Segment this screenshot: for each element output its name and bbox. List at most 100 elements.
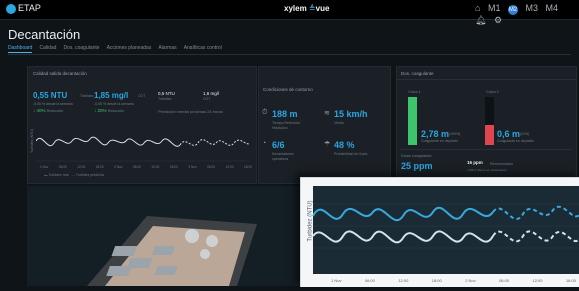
tank <box>106 266 132 276</box>
tab-bar: Dashboard Calidad Dos. coagulante Accion… <box>8 45 222 53</box>
header-nav: ⌂ M1 M2 M3 M4 🔔︎ ⚙ <box>475 3 579 26</box>
settings-icon[interactable]: ⚙ <box>494 15 502 25</box>
cuba1-level <box>408 97 417 145</box>
top-bar: ETAP xylem ≜vue ⌂ M1 M2 M3 M4 🔔︎ ⚙ <box>0 0 579 25</box>
reduction-1-label: Reducción <box>46 109 64 113</box>
cuba1-label: Coagulante en depósito <box>421 139 458 143</box>
tab-m2-active[interactable]: M2 <box>507 5 518 15</box>
conditions-panel: Condiciones de contorno ⏱ 188 m Tiempo R… <box>258 66 391 184</box>
brand-logo: xylem ≜vue <box>284 4 329 13</box>
x-tick: 1 Nov <box>40 165 49 169</box>
tab-m3[interactable]: M3 <box>526 3 539 13</box>
conditions-title: Condiciones de contorno <box>263 87 313 92</box>
tabs-divider <box>8 54 571 55</box>
brand-suffix: vue <box>315 4 330 13</box>
brand-name: xylem <box>284 4 307 13</box>
wind-icon: ≋ <box>324 110 330 117</box>
zoomed-chart-overlay: Turbidez (NTU) 1 Nov 06:00 12:00 18:00 2 Nov… <box>300 177 579 287</box>
retention-value: 188 m <box>272 109 298 119</box>
rain-value: 48 % <box>334 140 355 150</box>
zoom-series-real-dashed <box>492 230 579 243</box>
wind-value: 15 km/h <box>334 109 368 119</box>
basin <box>185 229 199 243</box>
zoom-plot-area <box>312 186 579 274</box>
x-tick: 06:00 <box>132 165 141 169</box>
reduction-2: ↓ 20% Reducción <box>94 108 124 113</box>
pred-turbidity-value: 0,5 NTU <box>158 91 175 96</box>
tab-analiticas[interactable]: Analíticas control <box>184 45 222 53</box>
page-title: Decantación <box>8 27 81 42</box>
metric-cot-value: 1,85 mg/l <box>94 91 129 100</box>
pred-cot-value: 1,8 mg/l <box>203 91 220 96</box>
recommended-sub: +30€ A ahorro en dosificación <box>467 168 507 172</box>
settlers-label-1: Decantadores <box>272 152 294 156</box>
tank <box>154 266 178 275</box>
zoom-x-tick: 2 Nov <box>465 278 476 283</box>
zoom-x-tick: 12:00 <box>532 278 543 283</box>
basin <box>206 235 218 247</box>
series-real-line <box>36 136 181 147</box>
coagulant-title: Dos. coagulante <box>401 71 434 76</box>
dose-label: Dosis coagulante <box>401 153 432 158</box>
app-name: ETAP <box>18 3 41 13</box>
tab-acciones[interactable]: Acciones planeadas <box>107 45 152 53</box>
plant-illustration <box>27 186 301 286</box>
turbidity-chart <box>36 136 250 162</box>
x-tick: 2 Nov <box>114 165 123 169</box>
x-tick: 18:00 <box>95 165 104 169</box>
prediction-caption: Predicción media próximas 24 horas <box>158 109 223 114</box>
cuba2-pct: (21%) <box>520 132 530 136</box>
legend-real: Turbidez real <box>48 173 69 177</box>
bell-icon[interactable]: 🔔︎ <box>475 15 486 25</box>
retention-label-1: Tiempo Retención <box>272 121 301 125</box>
home-icon[interactable]: ⌂ <box>475 3 480 13</box>
rain-label: Probabilidad de lluvia <box>334 152 368 156</box>
zoom-x-tick: 06:00 <box>364 278 375 283</box>
settlers-label-2: operativos <box>272 157 289 161</box>
zoom-series-real <box>312 230 494 244</box>
cuba1-title: Cuba 1 <box>408 89 421 94</box>
tab-m4[interactable]: M4 <box>546 3 559 13</box>
zoom-x-ticks: 1 Nov 06:00 12:00 18:00 2 Nov 06:00 12:00 18:00 <box>331 278 576 283</box>
x-tick: 12:00 <box>225 165 234 169</box>
plant-3d-view[interactable] <box>27 186 301 286</box>
pred-cot-label: COT <box>203 97 211 101</box>
retention-label-2: Hidráulico <box>272 126 288 130</box>
chart-x-ticks: 1 Nov 06:00 12:00 18:00 2 Nov 06:00 12:00 18:00… <box>40 165 252 169</box>
chart-legend: — Turbidez real - - Turbidez predicha <box>44 173 104 177</box>
basin <box>200 249 210 259</box>
legend-pred-marker: - - <box>71 173 75 177</box>
legend-real-marker: — <box>44 173 48 177</box>
cuba2-level <box>485 125 494 145</box>
tab-dashboard[interactable]: Dashboard <box>8 45 33 53</box>
pred-turbidity-label: Turbidez <box>158 97 172 101</box>
legend-pred: Turbidez predicha <box>75 173 104 177</box>
recommended-label: Recomendado <box>490 162 513 166</box>
metric-turbidity-value: 0,55 NTU <box>33 91 68 100</box>
clock-icon: ⏱ <box>262 109 268 116</box>
tab-m1[interactable]: M1 <box>488 3 501 13</box>
coagulant-panel: Dos. coagulante Cuba 1 2,78 m (100%) Coa… <box>396 66 577 184</box>
cuba1-tank <box>408 97 417 145</box>
reduction-1-value: ↓ 40% <box>33 108 46 113</box>
cuba2-label: Coagulante en depósito <box>497 139 534 143</box>
cuba1-value: 2,78 m <box>421 129 450 139</box>
wind-label: Viento <box>334 121 344 125</box>
chart-y-label: Turbidez (NTU) <box>29 129 34 153</box>
brand-mark: ≜ <box>306 4 316 13</box>
coagulant-divider <box>397 79 576 80</box>
app-logo-icon <box>6 4 16 14</box>
tab-alarmas[interactable]: Alarmas <box>158 45 176 53</box>
tab-dos-coagulante[interactable]: Dos. coagulante <box>63 45 99 53</box>
cuba1-pct: (100%) <box>449 132 461 136</box>
reduction-2-value: ↓ 20% <box>94 108 107 113</box>
reduction-2-label: Reducción <box>107 109 125 113</box>
quality-panel: Calidad salida decantación 0,55 NTU Turb… <box>27 66 257 184</box>
zoom-x-tick: 06:00 <box>499 278 510 283</box>
tab-calidad[interactable]: Calidad <box>39 45 56 53</box>
metric-turbidity-label: Turbidez <box>80 94 94 98</box>
dose-value: 25 ppm <box>401 161 433 171</box>
x-tick: 18:00 <box>244 165 252 169</box>
reduction-1: ↓ 40% Reducción <box>33 108 63 113</box>
x-tick: 18:00 <box>169 165 178 169</box>
